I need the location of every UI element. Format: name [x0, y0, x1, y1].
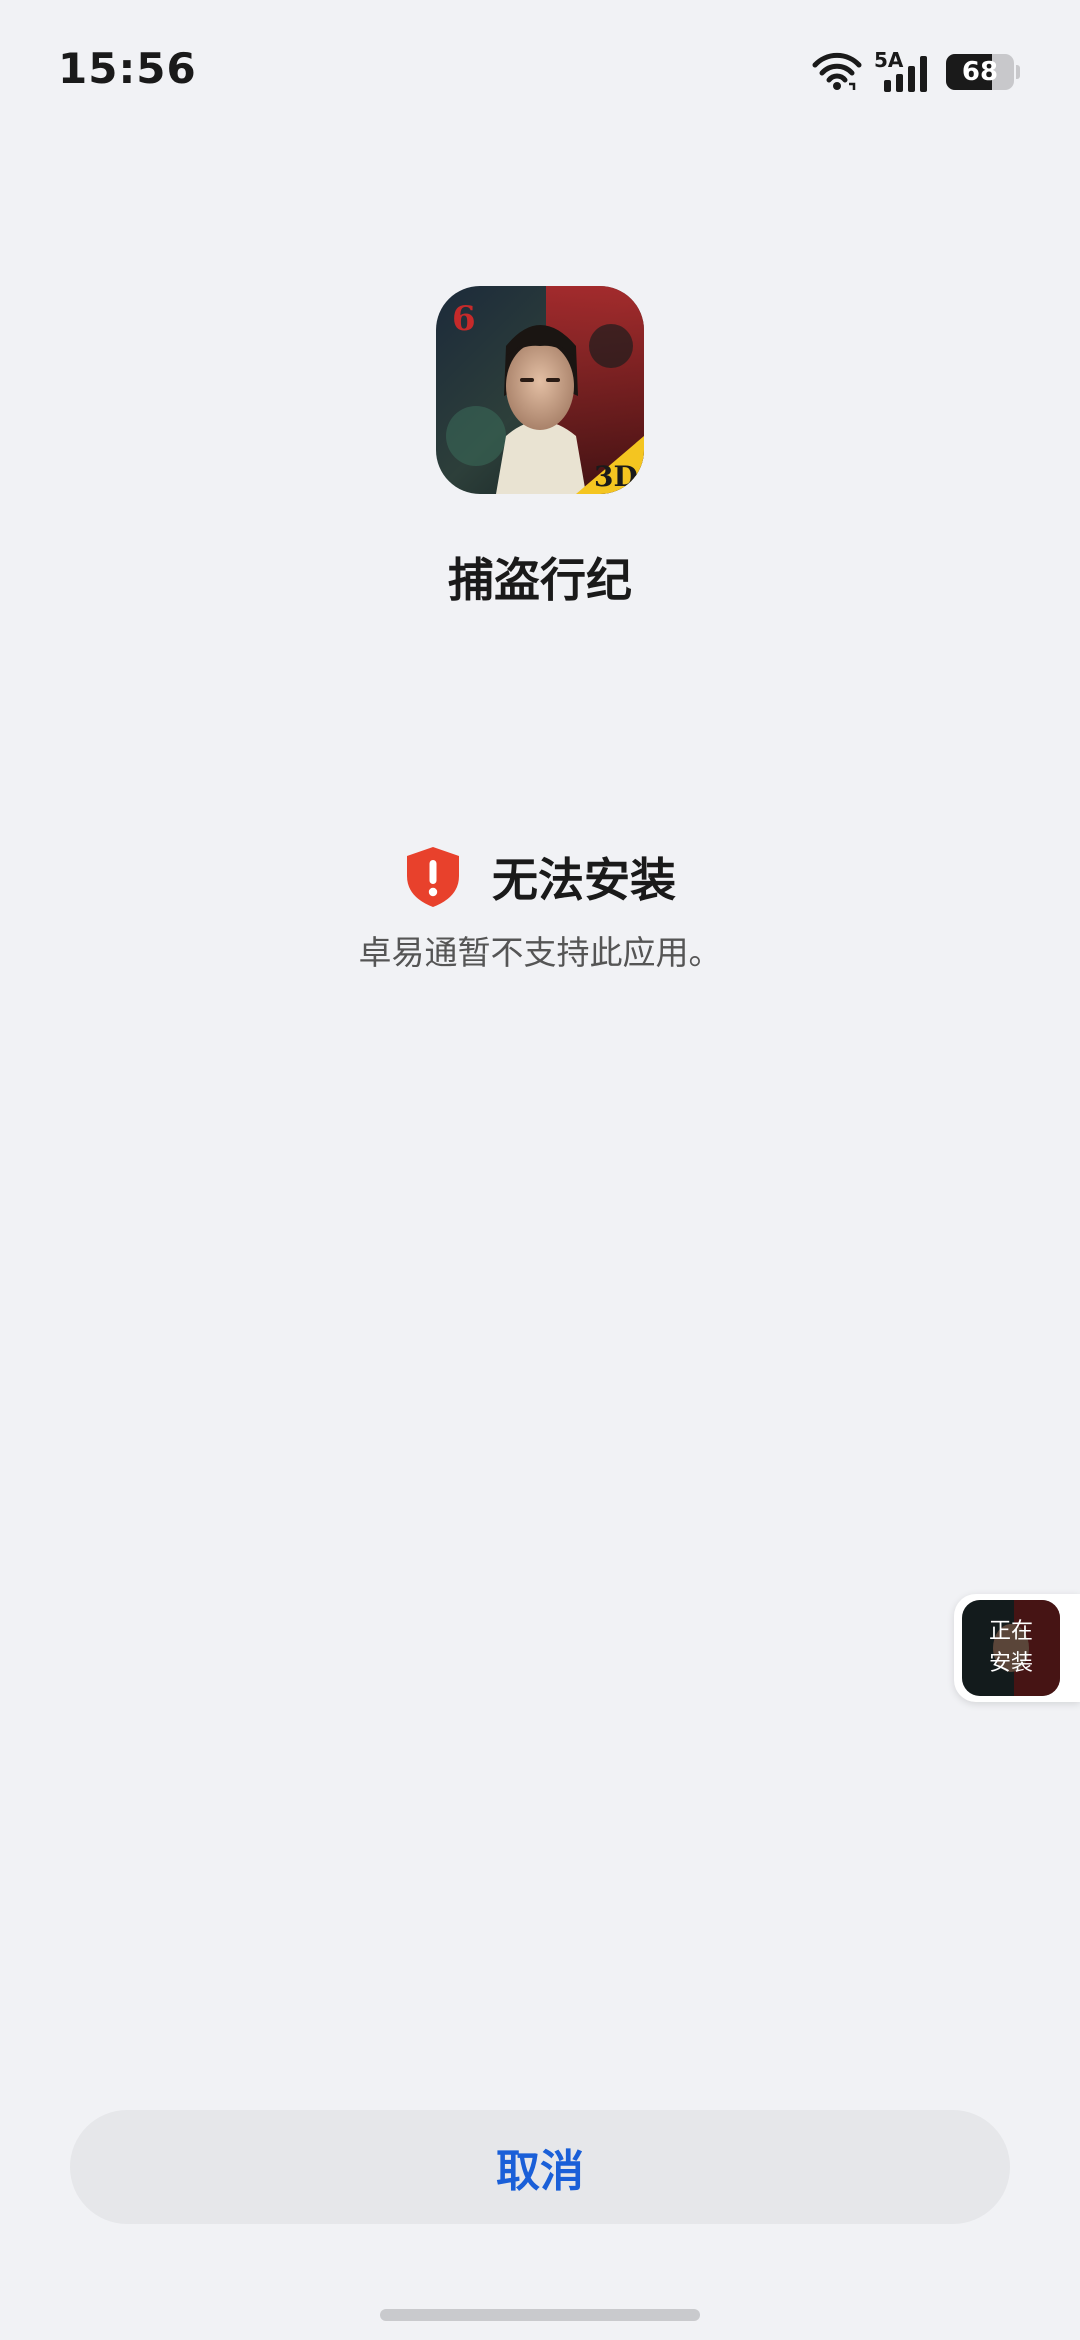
shield-alert-icon [407, 847, 459, 907]
cancel-button[interactable]: 取消 [70, 2110, 1010, 2224]
app-name: 捕盗行纪 [448, 553, 632, 607]
battery-icon: 68 [946, 54, 1020, 90]
battery-tip [1016, 65, 1020, 79]
battery-body: 68 [946, 54, 1014, 90]
home-indicator[interactable] [380, 2309, 700, 2321]
icon-badge-3d: 3D [594, 460, 638, 493]
install-error-header: 无法安装 [0, 842, 1080, 912]
icon-badge-number: 6 [452, 299, 476, 339]
installing-label: 正在 安装 [962, 1600, 1060, 1696]
status-time: 15:56 [58, 44, 197, 93]
installing-floating-bubble[interactable]: 正在 安装 [954, 1594, 1080, 1702]
installing-label-line1: 正在 [988, 1619, 1033, 1644]
status-bar: 15:56 5A 68 [0, 0, 1080, 140]
error-title: 无法安装 [492, 853, 676, 907]
signal-icon [884, 56, 927, 92]
installing-label-line2: 安装 [988, 1651, 1033, 1676]
app-icon: 6 3D [436, 286, 644, 494]
error-message: 卓易通暂不支持此应用。 [358, 933, 722, 972]
wifi-icon [812, 52, 862, 90]
battery-level: 68 [961, 57, 999, 87]
